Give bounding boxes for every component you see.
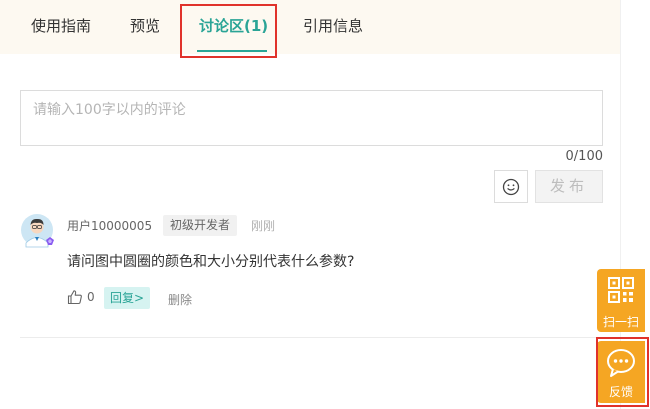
reply-button[interactable]: 回复> [104, 287, 151, 309]
level-badge: 初级开发者 [163, 215, 238, 236]
scan-button[interactable]: 扫一扫 [597, 269, 645, 332]
discussion-page: 使用指南 预览 讨论区(1) 引用信息 0/100 发布 用户1 [0, 0, 650, 409]
tab-highlight-box [180, 4, 277, 58]
tab-preview[interactable]: 预览 [130, 0, 160, 54]
comment-input[interactable] [20, 90, 603, 146]
like-button[interactable]: 0 [67, 289, 95, 305]
smile-icon [502, 178, 520, 195]
comment-divider [20, 337, 603, 338]
like-count: 0 [87, 290, 95, 304]
delete-button[interactable]: 删除 [168, 291, 192, 308]
publish-button[interactable]: 发布 [535, 170, 603, 203]
avatar-image [21, 214, 54, 248]
tab-citation[interactable]: 引用信息 [303, 0, 363, 54]
qr-code-icon [608, 277, 634, 303]
comment-username[interactable]: 用户10000005 [67, 217, 152, 234]
emoji-button[interactable] [494, 170, 528, 203]
scan-label: 扫一扫 [602, 315, 639, 329]
thumbs-up-icon [67, 290, 82, 305]
comment-time: 刚刚 [251, 219, 276, 233]
comment-text: 请问图中圆圈的颜色和大小分别代表什么参数? [67, 254, 355, 270]
tab-guide[interactable]: 使用指南 [31, 0, 91, 54]
avatar[interactable] [20, 213, 56, 249]
feedback-highlight-box [596, 337, 649, 407]
tab-bar: 使用指南 预览 讨论区(1) 引用信息 [0, 0, 620, 54]
char-counter: 0/100 [565, 149, 603, 164]
